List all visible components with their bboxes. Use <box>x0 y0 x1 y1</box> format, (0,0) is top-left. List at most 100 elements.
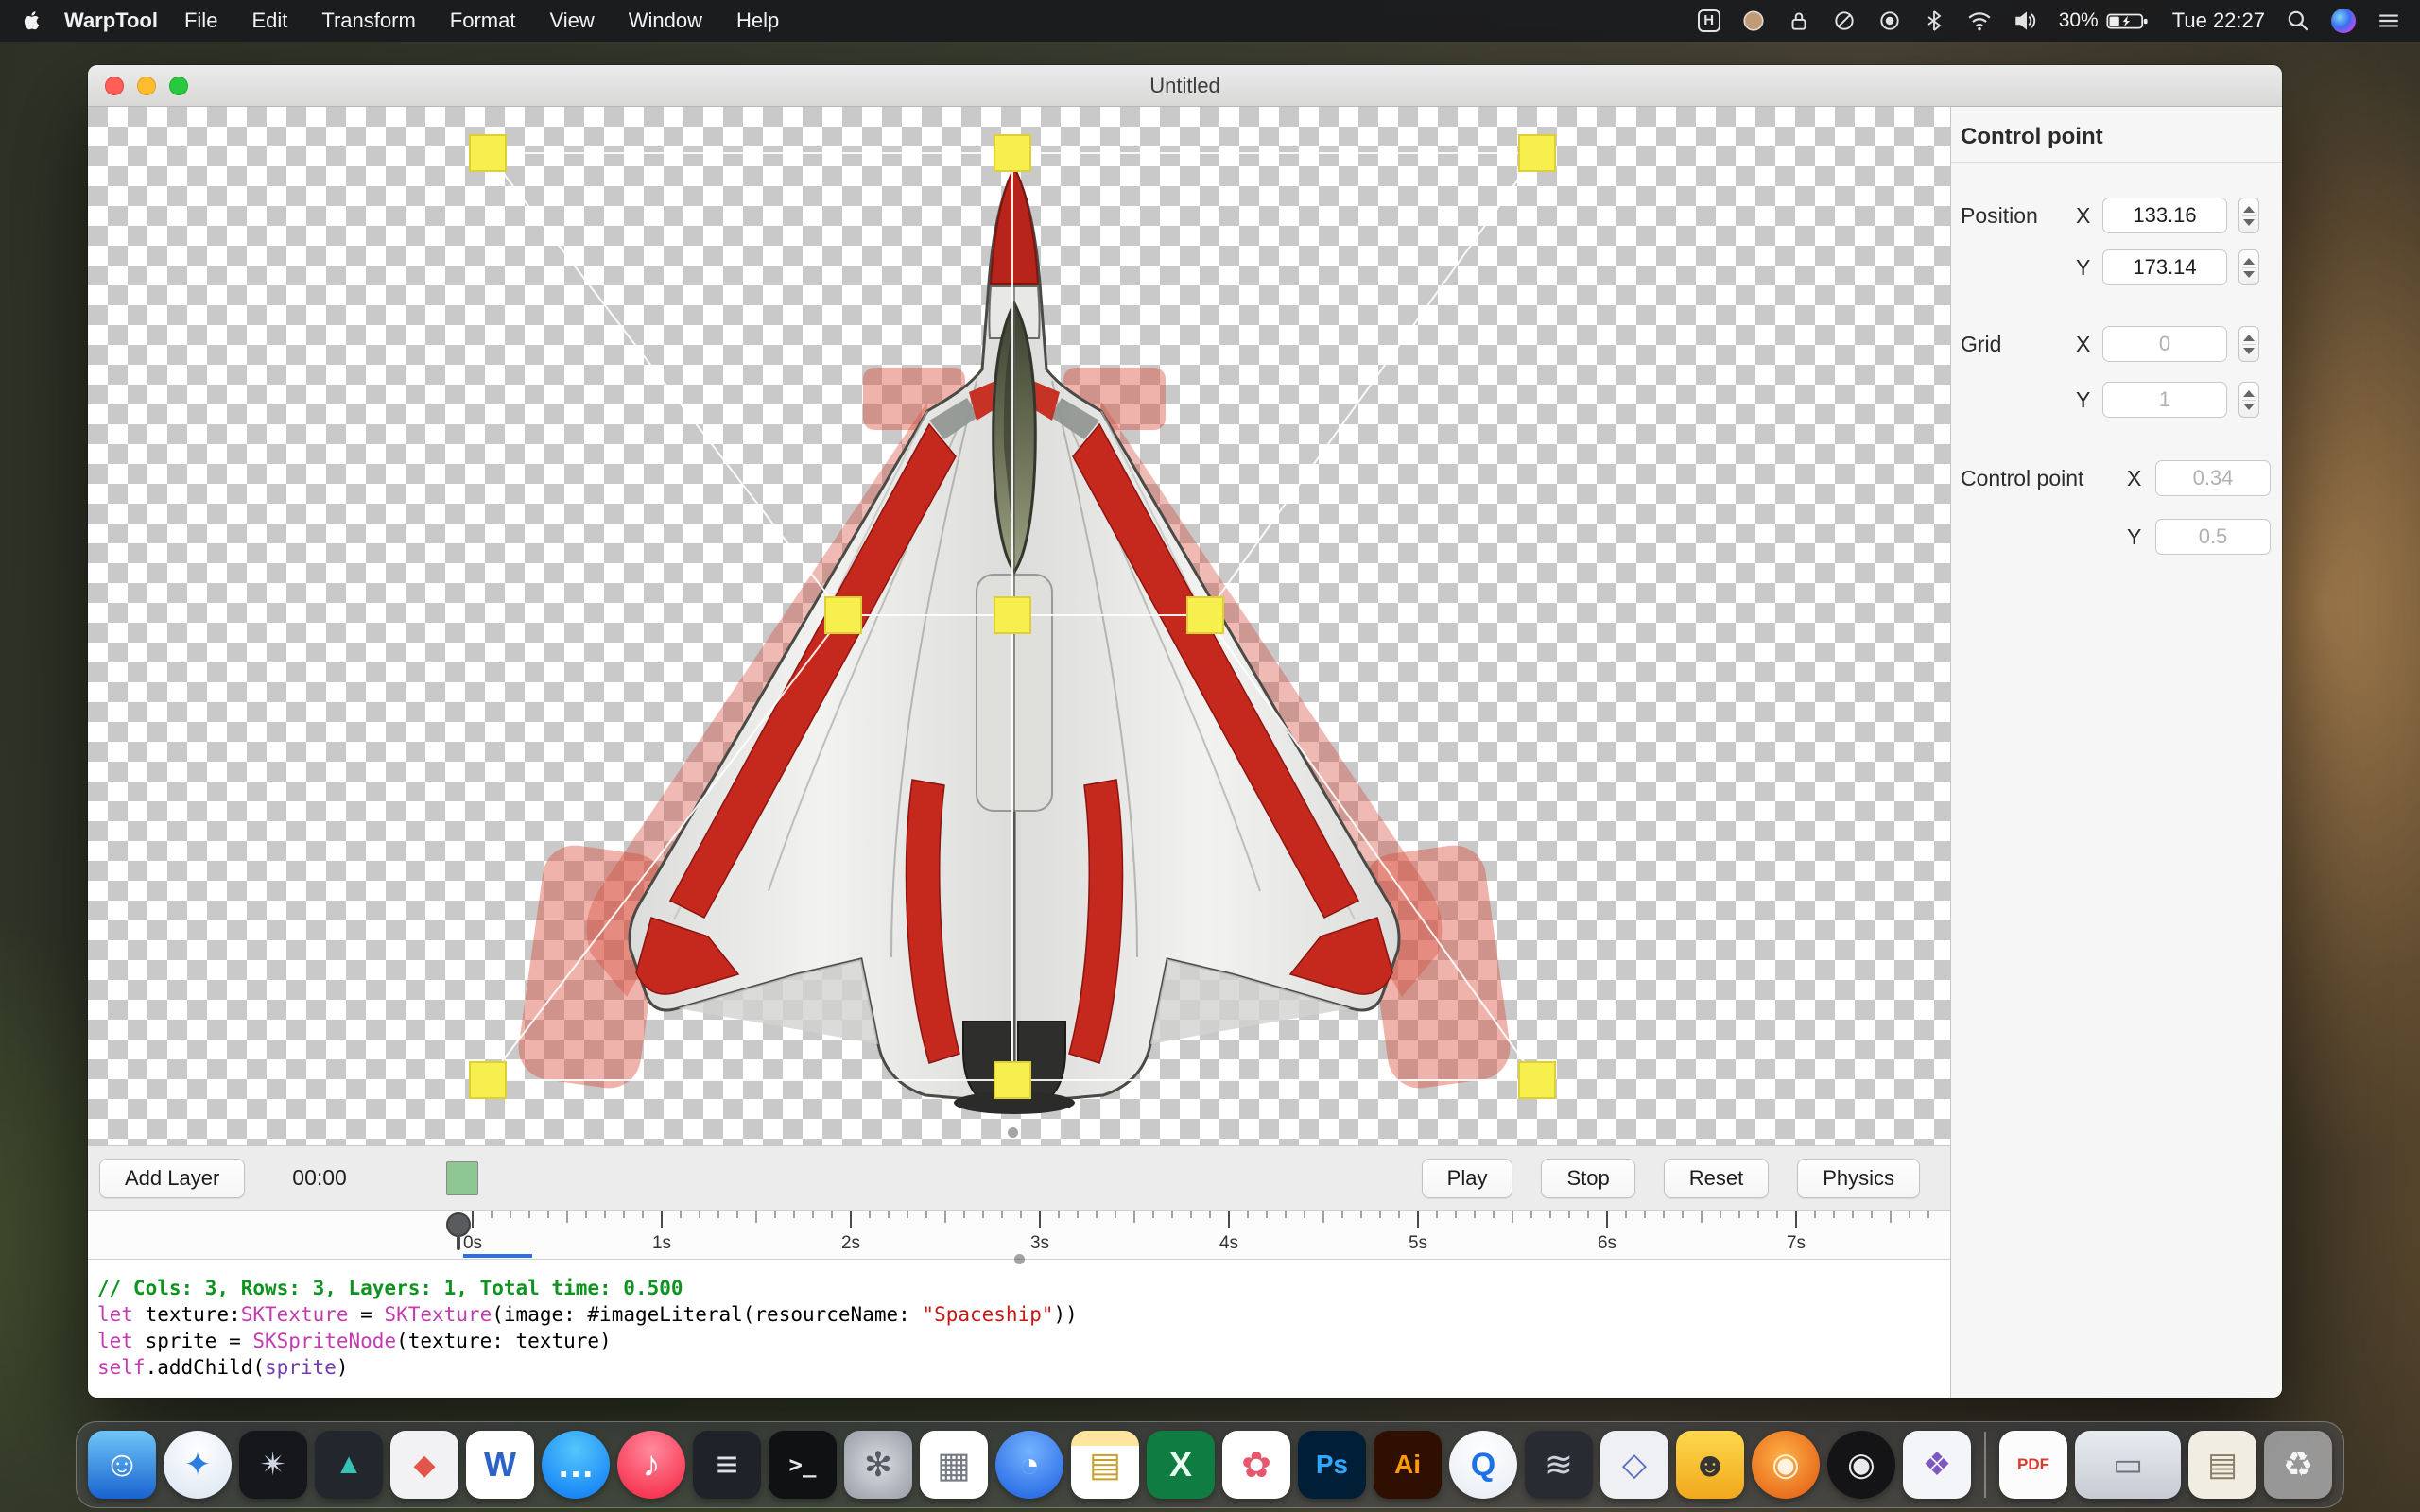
messages-dock-icon[interactable]: … <box>542 1431 610 1499</box>
spreadsheet-dock-icon[interactable]: X <box>1147 1431 1215 1499</box>
volume-icon[interactable] <box>2014 9 2038 33</box>
finder-glyph-icon: ☺ <box>104 1445 141 1486</box>
photos-dock-icon[interactable]: ✿ <box>1222 1431 1290 1499</box>
wifi-icon[interactable] <box>1966 9 1993 33</box>
notification-center-icon[interactable] <box>2377 9 2401 33</box>
stepper-up-icon[interactable] <box>2243 258 2255 265</box>
notes-dock-icon[interactable]: ▤ <box>1071 1431 1139 1499</box>
position-x-field[interactable] <box>2102 198 2227 233</box>
stepper-up-icon[interactable] <box>2243 335 2255 341</box>
trash-dock-icon[interactable]: ♻ <box>2264 1431 2332 1499</box>
warp-control-handle[interactable] <box>994 1062 1030 1098</box>
word-processor-dock-icon[interactable]: W <box>466 1431 534 1499</box>
obs-dock-icon[interactable]: ◉ <box>1827 1431 1895 1499</box>
menu-window[interactable]: Window <box>612 9 719 33</box>
warp-control-handle[interactable] <box>1519 135 1555 171</box>
warp-control-handle[interactable] <box>470 1062 506 1098</box>
reset-button[interactable]: Reset <box>1664 1159 1769 1198</box>
code-token: = <box>349 1303 385 1326</box>
color-swatch[interactable] <box>446 1161 478 1195</box>
add-layer-button[interactable]: Add Layer <box>99 1159 245 1198</box>
menu-edit[interactable]: Edit <box>234 9 304 33</box>
warp-control-handle[interactable] <box>994 135 1030 171</box>
document-dock-icon[interactable]: ▤ <box>2188 1431 2256 1499</box>
spotlight-search-icon[interactable] <box>2286 9 2310 33</box>
position-y-field[interactable] <box>2102 249 2227 285</box>
warp-grid-line <box>1205 153 1537 615</box>
warp-canvas[interactable] <box>88 107 1950 1145</box>
finder-dock-icon[interactable]: ☺ <box>88 1431 156 1499</box>
close-button[interactable] <box>105 77 124 95</box>
siri-icon[interactable] <box>2331 9 2356 33</box>
timeline[interactable]: 0s1s2s3s4s5s6s7s <box>88 1210 1950 1259</box>
gauge-app-dock-icon[interactable]: ◔ <box>995 1431 1063 1499</box>
timeline-selection[interactable] <box>463 1254 532 1258</box>
illustrator-dock-icon[interactable]: Ai <box>1374 1431 1442 1499</box>
control-point-x-field[interactable] <box>2155 460 2271 496</box>
lock-status-icon[interactable] <box>1787 9 1811 33</box>
minimized-window-dock-icon[interactable]: ▭ <box>2075 1431 2181 1499</box>
crypto-wallet-dock-icon[interactable]: ◇ <box>1600 1431 1668 1499</box>
stepper-down-icon[interactable] <box>2243 219 2255 226</box>
mascot-app-dock-icon[interactable]: ☻ <box>1676 1431 1744 1499</box>
stop-button[interactable]: Stop <box>1541 1159 1634 1198</box>
calendar-dock-icon[interactable]: ▦ <box>920 1431 988 1499</box>
stepper-up-icon[interactable] <box>2243 206 2255 213</box>
page-indicator-dot[interactable] <box>1008 1127 1018 1138</box>
title-bar[interactable]: Untitled <box>88 65 2282 107</box>
node-editor-dock-icon[interactable]: ❖ <box>1903 1431 1971 1499</box>
menu-transform[interactable]: Transform <box>304 9 432 33</box>
menu-help[interactable]: Help <box>719 9 796 33</box>
app-menu-title[interactable]: WarpTool <box>64 9 158 33</box>
zoom-button[interactable] <box>169 77 188 95</box>
grid-y-stepper <box>2238 382 2259 418</box>
menu-format[interactable]: Format <box>433 9 533 33</box>
audio-app-dock-icon[interactable]: ≋ <box>1525 1431 1593 1499</box>
control-point-y-axis-label: Y <box>2127 519 2141 555</box>
system-preferences-dock-icon[interactable]: ✻ <box>844 1431 912 1499</box>
menu-view[interactable]: View <box>532 9 611 33</box>
quicktime-dock-icon[interactable]: Q <box>1449 1431 1517 1499</box>
trash-glyph-icon: ♻ <box>2283 1445 2313 1485</box>
terminal-dock-icon[interactable]: >_ <box>769 1431 837 1499</box>
warp-control-handle[interactable] <box>1187 597 1223 633</box>
code-token: self <box>97 1356 146 1379</box>
menu-bar-clock[interactable]: Tue 22:27 <box>2172 9 2265 33</box>
apple-menu[interactable] <box>21 9 40 32</box>
dev-app-dock-icon[interactable]: ▲ <box>315 1431 383 1499</box>
position-x-axis-label: X <box>2076 198 2090 233</box>
photo-dark-app-dock-icon[interactable]: ✴ <box>239 1431 307 1499</box>
stepper-down-icon[interactable] <box>2243 348 2255 354</box>
stepper-up-icon[interactable] <box>2243 390 2255 397</box>
spiral-app-dock-icon[interactable]: ◉ <box>1752 1431 1820 1499</box>
timeline-playhead[interactable] <box>446 1212 471 1250</box>
page-indicator-dot[interactable] <box>1014 1254 1025 1264</box>
control-point-y-field[interactable] <box>2155 519 2271 555</box>
bluetooth-icon[interactable] <box>1923 9 1945 33</box>
h-app-status-icon[interactable]: H <box>1698 9 1720 32</box>
warp-control-handle[interactable] <box>825 597 861 633</box>
music-dock-icon[interactable]: ♪ <box>617 1431 685 1499</box>
writing-app-dock-icon[interactable]: ≡ <box>693 1431 761 1499</box>
code-editor[interactable]: // Cols: 3, Rows: 3, Layers: 1, Total ti… <box>88 1259 1950 1398</box>
stepper-down-icon[interactable] <box>2243 404 2255 410</box>
photoshop-dock-icon[interactable]: Ps <box>1298 1431 1366 1499</box>
menu-file[interactable]: File <box>167 9 234 33</box>
battery-status[interactable]: 30% <box>2059 9 2152 33</box>
safari-dock-icon[interactable]: ✦ <box>164 1431 232 1499</box>
grid-y-field[interactable] <box>2102 382 2227 418</box>
slash-circle-status-icon[interactable] <box>1832 9 1857 33</box>
minimize-button[interactable] <box>137 77 156 95</box>
play-button[interactable]: Play <box>1422 1159 1513 1198</box>
round-app-status-icon[interactable] <box>1741 9 1766 33</box>
warp-control-handle[interactable] <box>994 597 1030 633</box>
warp-control-handle[interactable] <box>1519 1062 1555 1098</box>
physics-button[interactable]: Physics <box>1797 1159 1920 1198</box>
playhead-stem <box>457 1235 460 1250</box>
grid-x-field[interactable] <box>2102 326 2227 362</box>
stepper-down-icon[interactable] <box>2243 271 2255 278</box>
pdf-document-dock-icon[interactable]: PDF <box>1999 1431 2067 1499</box>
warp-control-handle[interactable] <box>470 135 506 171</box>
design-app-dock-icon[interactable]: ◆ <box>390 1431 458 1499</box>
hub-status-icon[interactable] <box>1877 9 1902 33</box>
